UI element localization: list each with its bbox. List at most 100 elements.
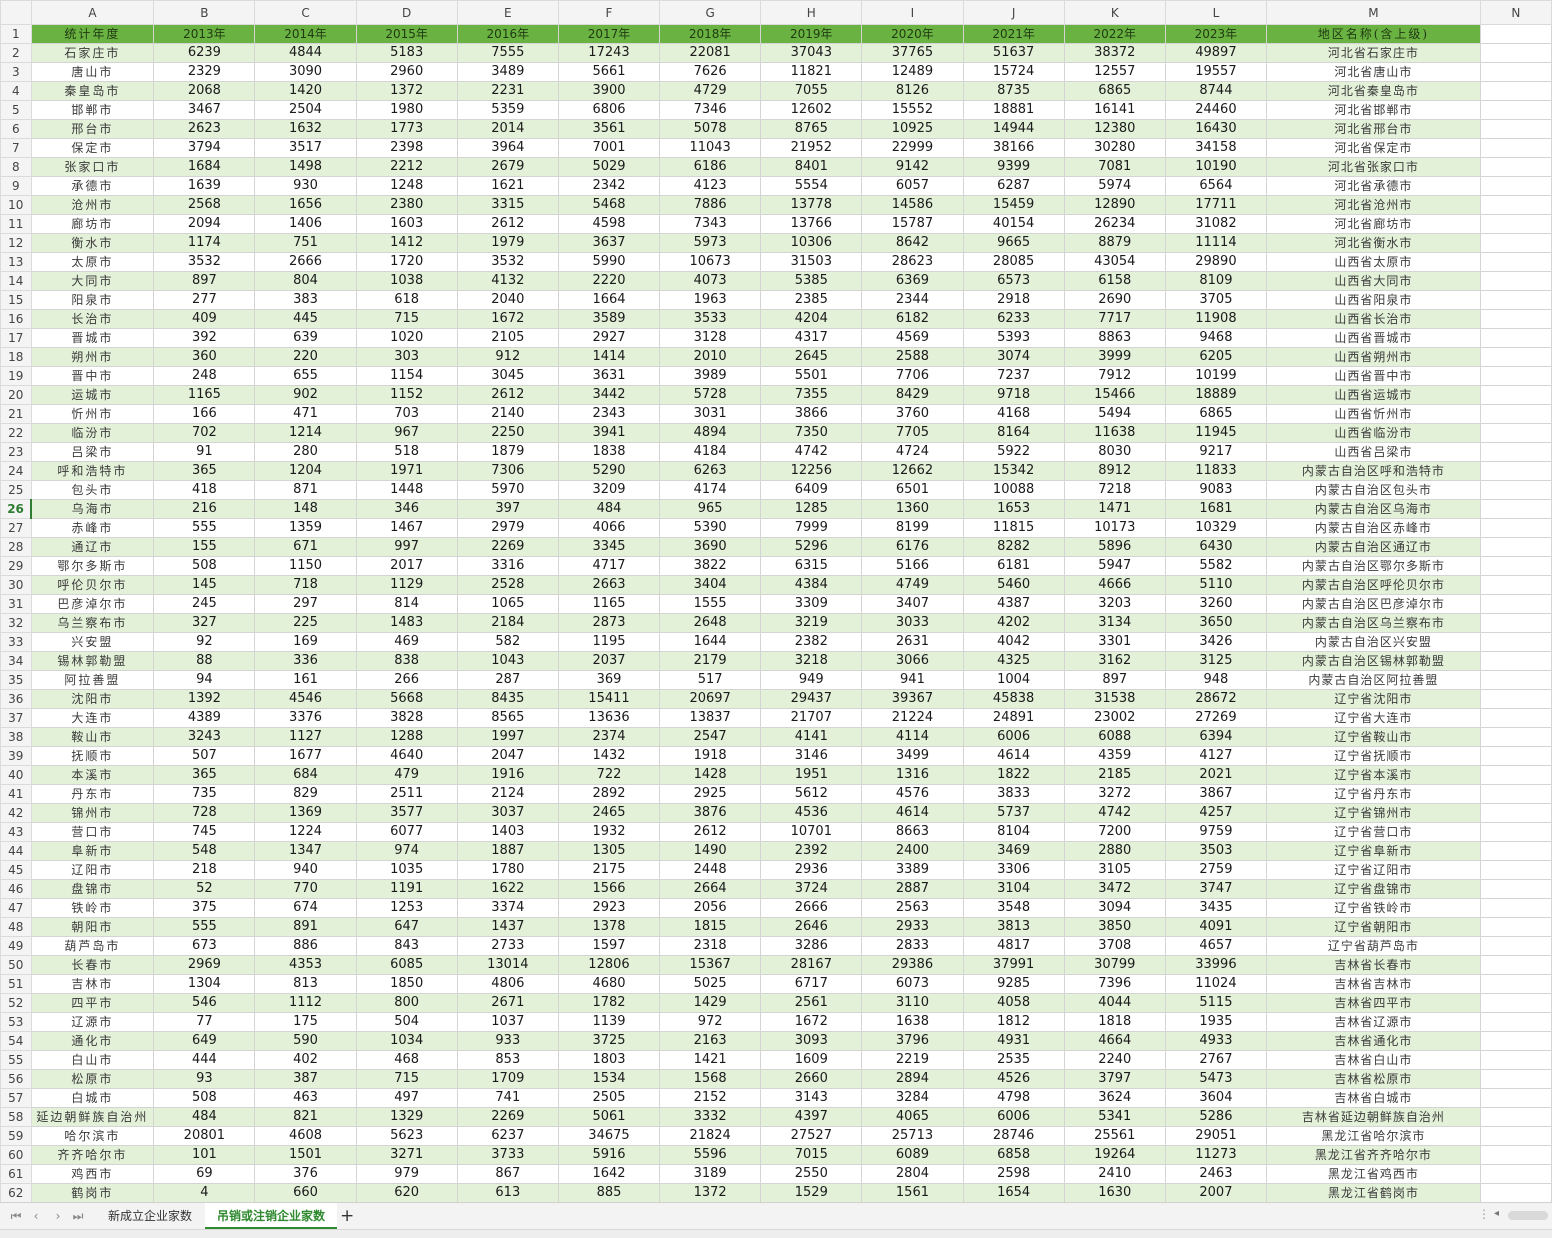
value-cell[interactable]: 225: [254, 613, 357, 633]
value-cell[interactable]: 9759: [1164, 822, 1268, 842]
value-cell[interactable]: 468: [355, 1050, 458, 1070]
value-cell[interactable]: 5728: [659, 385, 762, 405]
value-cell[interactable]: 28746: [962, 1126, 1065, 1146]
region-cell[interactable]: 黑龙江省齐齐哈尔市: [1266, 1145, 1481, 1165]
value-cell[interactable]: 5393: [962, 328, 1065, 348]
region-cell[interactable]: 辽宁省铁岭市: [1266, 898, 1481, 918]
value-cell[interactable]: 1369: [254, 803, 357, 823]
value-cell[interactable]: 2612: [456, 385, 559, 405]
region-cell[interactable]: 辽宁省大连市: [1266, 708, 1481, 728]
value-cell[interactable]: 5947: [1063, 556, 1166, 576]
city-cell[interactable]: 大同市: [30, 271, 155, 291]
empty-cell[interactable]: [1479, 157, 1552, 177]
empty-cell[interactable]: [1479, 138, 1552, 158]
region-cell[interactable]: 吉林省辽源市: [1266, 1012, 1481, 1032]
value-cell[interactable]: 5290: [557, 461, 661, 481]
empty-cell[interactable]: [1479, 746, 1552, 766]
value-cell[interactable]: 2219: [861, 1050, 964, 1070]
empty-cell[interactable]: [1479, 518, 1552, 538]
value-cell[interactable]: 4614: [861, 803, 964, 823]
empty-cell[interactable]: [1479, 879, 1552, 899]
row-number[interactable]: 17: [0, 328, 32, 348]
value-cell[interactable]: 647: [355, 917, 458, 937]
value-cell[interactable]: 9083: [1164, 480, 1268, 500]
region-cell[interactable]: 山西省太原市: [1266, 252, 1481, 272]
value-cell[interactable]: 3286: [760, 936, 863, 956]
city-cell[interactable]: 白山市: [30, 1050, 155, 1070]
empty-cell[interactable]: [1479, 1145, 1552, 1165]
column-header[interactable]: N: [1479, 0, 1552, 25]
value-cell[interactable]: 7346: [659, 100, 762, 120]
value-cell[interactable]: 69: [153, 1164, 256, 1184]
city-cell[interactable]: 忻州市: [30, 404, 155, 424]
value-cell[interactable]: 397: [456, 499, 559, 519]
value-cell[interactable]: 88: [153, 651, 256, 671]
value-cell[interactable]: 800: [355, 993, 458, 1013]
value-cell[interactable]: 155: [153, 537, 256, 557]
value-cell[interactable]: 4389: [153, 708, 256, 728]
value-cell[interactable]: 31503: [760, 252, 863, 272]
value-cell[interactable]: 3260: [1164, 594, 1268, 614]
empty-cell[interactable]: [1479, 575, 1552, 595]
value-cell[interactable]: 2690: [1063, 290, 1166, 310]
value-cell[interactable]: 7001: [557, 138, 661, 158]
city-cell[interactable]: 葫芦岛市: [30, 936, 155, 956]
city-cell[interactable]: 衡水市: [30, 233, 155, 253]
row-number[interactable]: 19: [0, 366, 32, 386]
value-cell[interactable]: 4742: [760, 442, 863, 462]
value-cell[interactable]: 1644: [659, 632, 762, 652]
value-cell[interactable]: 22081: [659, 43, 762, 63]
value-cell[interactable]: 660: [254, 1183, 357, 1203]
value-cell[interactable]: 582: [456, 632, 559, 652]
value-cell[interactable]: 2528: [456, 575, 559, 595]
value-cell[interactable]: 45838: [962, 689, 1065, 709]
value-cell[interactable]: 3389: [861, 860, 964, 880]
select-all-corner[interactable]: [0, 0, 32, 25]
region-cell[interactable]: 山西省临汾市: [1266, 423, 1481, 443]
value-cell[interactable]: 2343: [557, 404, 661, 424]
column-header[interactable]: C: [254, 0, 357, 25]
value-cell[interactable]: 3134: [1063, 613, 1166, 633]
value-cell[interactable]: 1653: [962, 499, 1065, 519]
value-cell[interactable]: 22999: [861, 138, 964, 158]
value-cell[interactable]: 3306: [962, 860, 1065, 880]
value-cell[interactable]: 6181: [962, 556, 1065, 576]
column-header[interactable]: B: [153, 0, 256, 25]
city-cell[interactable]: 营口市: [30, 822, 155, 842]
value-cell[interactable]: 2666: [760, 898, 863, 918]
value-cell[interactable]: 1020: [355, 328, 458, 348]
city-cell[interactable]: 大连市: [30, 708, 155, 728]
value-cell[interactable]: 92: [153, 632, 256, 652]
region-cell[interactable]: 辽宁省盘锦市: [1266, 879, 1481, 899]
value-cell[interactable]: 508: [153, 1088, 256, 1108]
region-cell[interactable]: 山西省吕梁市: [1266, 442, 1481, 462]
region-cell[interactable]: 山西省长治市: [1266, 309, 1481, 329]
value-cell[interactable]: 8765: [760, 119, 863, 139]
empty-cell[interactable]: [1479, 993, 1552, 1013]
value-cell[interactable]: 1329: [355, 1107, 458, 1127]
value-cell[interactable]: 6430: [1164, 537, 1268, 557]
column-header[interactable]: K: [1063, 0, 1166, 25]
value-cell[interactable]: 2344: [861, 290, 964, 310]
value-cell[interactable]: 38166: [962, 138, 1065, 158]
region-cell[interactable]: 河北省邯郸市: [1266, 100, 1481, 120]
city-cell[interactable]: 鸡西市: [30, 1164, 155, 1184]
city-cell[interactable]: 锡林郭勒盟: [30, 651, 155, 671]
value-cell[interactable]: 1414: [557, 347, 661, 367]
row-number[interactable]: 20: [0, 385, 32, 405]
value-cell[interactable]: 912: [456, 347, 559, 367]
value-cell[interactable]: 6263: [659, 461, 762, 481]
value-cell[interactable]: 1498: [254, 157, 357, 177]
city-cell[interactable]: 朝阳市: [30, 917, 155, 937]
region-cell[interactable]: 吉林省延边朝鲜族自治州: [1266, 1107, 1481, 1127]
value-cell[interactable]: 24891: [962, 708, 1065, 728]
value-cell[interactable]: 1501: [254, 1145, 357, 1165]
value-cell[interactable]: 1720: [355, 252, 458, 272]
value-cell[interactable]: 1483: [355, 613, 458, 633]
value-cell[interactable]: 37991: [962, 955, 1065, 975]
row-number[interactable]: 46: [0, 879, 32, 899]
value-cell[interactable]: 1555: [659, 594, 762, 614]
value-cell[interactable]: 2105: [456, 328, 559, 348]
empty-cell[interactable]: [1479, 860, 1552, 880]
empty-cell[interactable]: [1479, 556, 1552, 576]
